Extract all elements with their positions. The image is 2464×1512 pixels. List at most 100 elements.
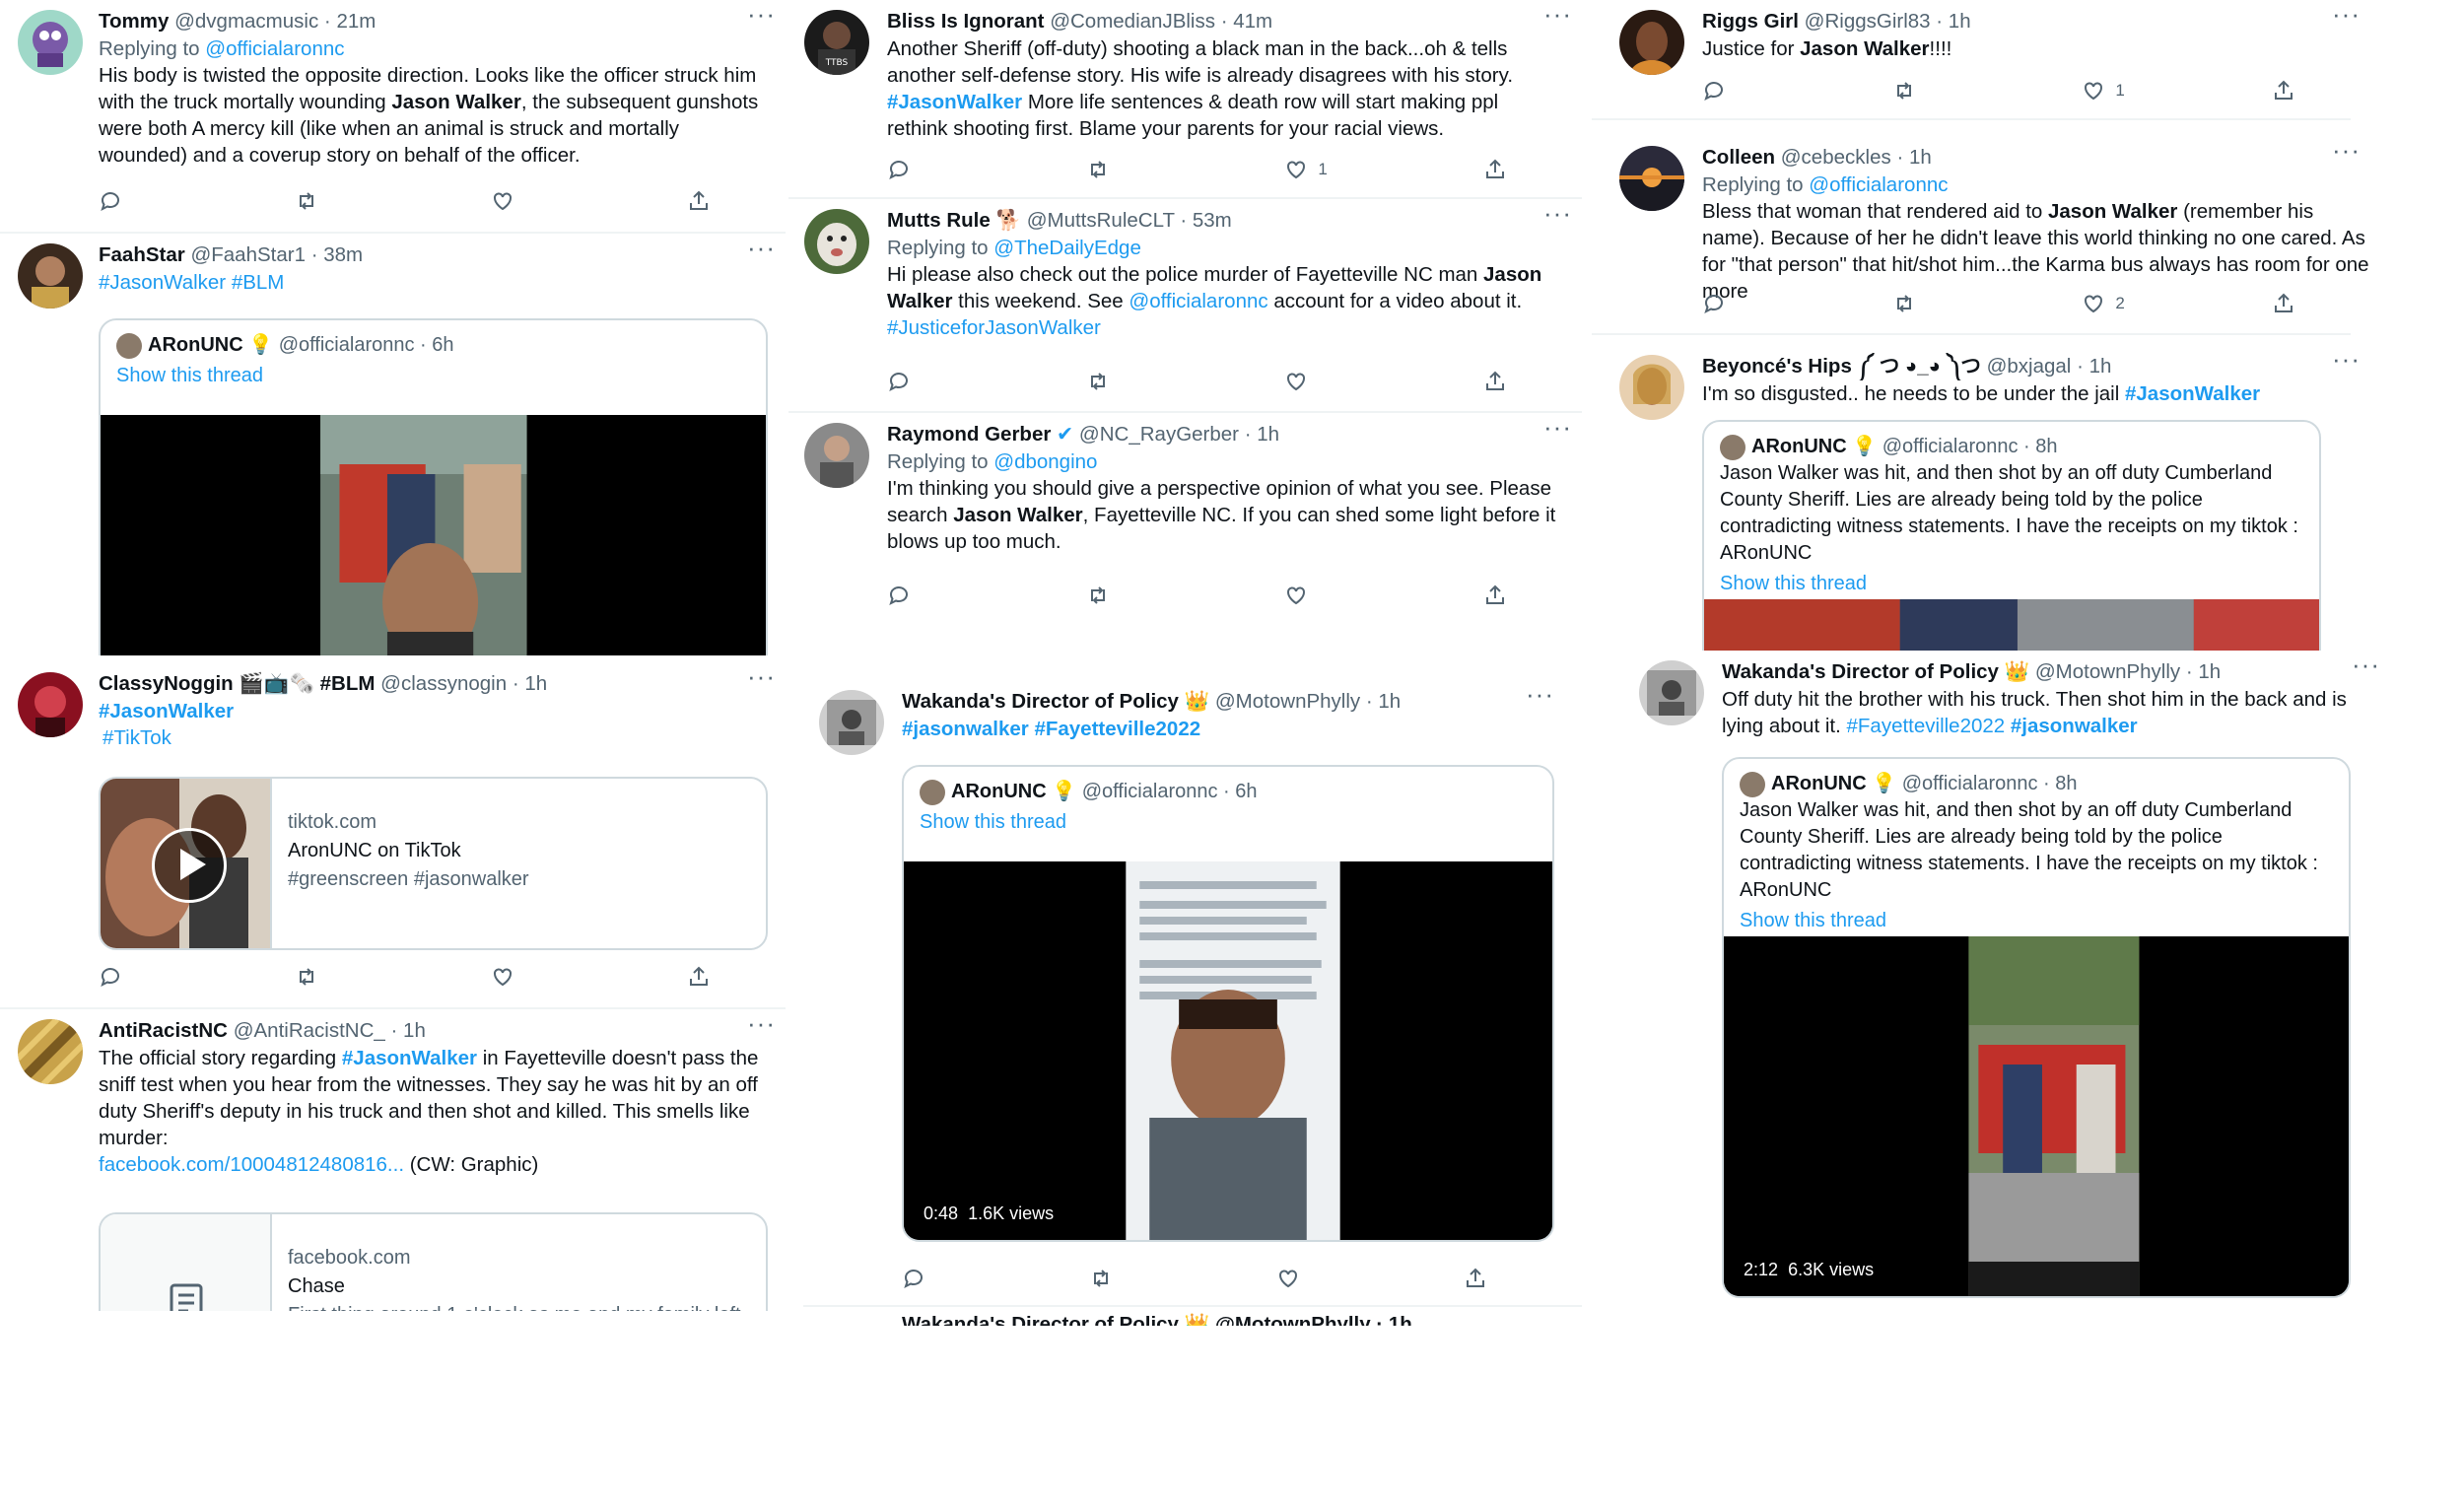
hashtag[interactable]: #JasonWalker [99, 698, 768, 724]
user-handle[interactable]: @ComedianJBliss [1050, 10, 1215, 33]
mention-link[interactable]: @officialaronnc [1129, 290, 1267, 312]
link-card[interactable]: facebook.com Chase First thing around 1 … [99, 1212, 768, 1311]
reply-mention-link[interactable]: @officialaronnc [1809, 173, 1948, 196]
more-options-icon[interactable]: ··· [747, 235, 776, 260]
like-button[interactable]: 1 [1284, 158, 1462, 181]
more-options-icon[interactable]: ··· [2352, 652, 2380, 677]
display-name[interactable]: Raymond Gerber [887, 423, 1051, 446]
timestamp[interactable]: · 1h [1245, 423, 1279, 446]
quote-video[interactable]: 2:12 6.3K views [1724, 936, 2349, 1296]
reply-button[interactable] [887, 158, 1064, 181]
like-button[interactable] [1276, 1267, 1454, 1290]
user-handle[interactable]: @bxjagal [1987, 355, 2072, 378]
show-thread-link[interactable]: Show this thread [904, 805, 1552, 836]
avatar[interactable] [819, 690, 884, 755]
reply-button[interactable] [99, 965, 276, 989]
link-card[interactable]: tiktok.com AronUNC on TikTok #greenscree… [99, 777, 768, 950]
tweet-bliss[interactable]: TTBS Bliss Is Ignorant @ComedianJBliss ·… [788, 0, 1582, 197]
user-handle[interactable]: @MotownPhylly [2035, 660, 2180, 683]
hashtag[interactable]: #TikTok [99, 724, 768, 751]
display-name[interactable]: Colleen [1702, 146, 1775, 169]
user-handle[interactable]: @dvgmacmusic [174, 10, 318, 33]
avatar[interactable] [1619, 10, 1684, 75]
avatar[interactable] [804, 423, 869, 488]
avatar[interactable] [18, 672, 83, 737]
user-handle[interactable]: @cebeckles [1781, 146, 1891, 169]
reply-button[interactable] [887, 584, 1064, 607]
share-button[interactable] [2272, 292, 2331, 315]
tweet-wakanda-video[interactable]: Wakanda's Director of Policy 👑 @MotownPh… [803, 680, 1582, 1311]
display-name[interactable]: Wakanda's Director of Policy 👑 [1722, 660, 2029, 683]
share-button[interactable] [1483, 584, 1542, 607]
hashtag[interactable]: #jasonwalker [2011, 715, 2138, 737]
user-handle[interactable]: @MotownPhylly [1215, 690, 1360, 713]
like-button[interactable] [1284, 370, 1462, 393]
play-icon[interactable] [152, 828, 227, 903]
retweet-button[interactable] [1086, 370, 1264, 393]
tweet-raymond[interactable]: Raymond Gerber ✔ @NC_RayGerber · 1h Repl… [788, 413, 1582, 641]
display-name[interactable]: Tommy [99, 10, 169, 33]
show-thread-link[interactable]: Show this thread [1724, 904, 2349, 934]
quoted-tweet[interactable]: ARonUNC 💡 @officialaronnc · 6h Show this… [902, 765, 1554, 1242]
user-handle[interactable]: @FaahStar1 [190, 243, 306, 266]
like-button[interactable]: 1 [2082, 79, 2259, 103]
avatar[interactable] [1639, 660, 1704, 725]
timestamp[interactable]: · 1h [2186, 660, 2221, 683]
more-options-icon[interactable]: ··· [1543, 414, 1572, 440]
retweet-button[interactable] [1089, 1267, 1266, 1290]
show-thread-link[interactable]: Show this thread [101, 359, 766, 389]
retweet-button[interactable] [295, 965, 472, 989]
quoted-tweet[interactable]: ARonUNC 💡 @officialaronnc · 8h Jason Wal… [1702, 420, 2321, 651]
hashtag[interactable]: #Fayetteville2022 [1847, 715, 2006, 737]
timestamp[interactable]: · 53m [1180, 209, 1231, 232]
tweet-classynoggin[interactable]: ClassyNoggin 🎬📺🗞️ #BLM @classynogin · 1h… [0, 662, 786, 1007]
share-button[interactable] [687, 965, 746, 989]
quoted-tweet[interactable]: ARonUNC 💡 @officialaronnc · 8h Jason Wal… [1722, 757, 2351, 1298]
user-handle[interactable]: @AntiRacistNC_ [234, 1019, 385, 1042]
avatar[interactable] [804, 209, 869, 274]
more-options-icon[interactable]: ··· [747, 1, 776, 27]
timestamp[interactable]: · 38m [311, 243, 363, 266]
hashtag[interactable]: #JasonWalker [887, 91, 1022, 113]
reply-mention-link[interactable]: @TheDailyEdge [993, 237, 1141, 259]
hashtag[interactable]: #JasonWalker [2125, 382, 2260, 405]
tweet-colleen[interactable]: Colleen @cebeckles · 1h Replying to @off… [1592, 136, 2390, 333]
avatar[interactable] [18, 1019, 83, 1084]
share-button[interactable] [2272, 79, 2331, 103]
avatar[interactable]: TTBS [804, 10, 869, 75]
external-link[interactable]: facebook.com/10004812480816... [99, 1153, 404, 1176]
user-handle[interactable]: @MuttsRuleCLT [1027, 209, 1175, 232]
like-button[interactable]: 2 [2082, 292, 2259, 315]
retweet-button[interactable] [1892, 292, 2070, 315]
user-handle[interactable]: @RiggsGirl83 [1805, 10, 1931, 33]
display-name[interactable]: Beyoncé's Hips ༼ つ ◕_◕ ༽つ [1702, 355, 1981, 378]
share-button[interactable] [1483, 370, 1542, 393]
share-button[interactable] [1483, 158, 1542, 181]
like-button[interactable] [491, 189, 668, 213]
more-options-icon[interactable]: ··· [2332, 346, 2361, 372]
more-options-icon[interactable]: ··· [2332, 137, 2361, 163]
display-name[interactable]: FaahStar [99, 243, 185, 266]
tweet-mutts[interactable]: Mutts Rule 🐕 @MuttsRuleCLT · 53m Replyin… [788, 199, 1582, 411]
timestamp[interactable]: · 41m [1221, 10, 1272, 33]
timestamp[interactable]: · 1h [1936, 10, 1970, 33]
tweet-faahstar[interactable]: FaahStar @FaahStar1 · 38m #JasonWalker #… [0, 234, 786, 655]
hashtag[interactable]: #JusticeforJasonWalker [887, 314, 1564, 341]
display-name[interactable]: ClassyNoggin 🎬📺🗞️ #BLM [99, 672, 375, 695]
more-options-icon[interactable]: ··· [747, 1010, 776, 1036]
quoted-tweet[interactable]: ARonUNC 💡 @officialaronnc · 6h Show this… [99, 318, 768, 655]
more-options-icon[interactable]: ··· [747, 663, 776, 689]
display-name[interactable]: Bliss Is Ignorant [887, 10, 1044, 33]
hashtag[interactable]: #JasonWalker [342, 1047, 477, 1069]
avatar[interactable] [1619, 146, 1684, 211]
timestamp[interactable]: · 1h [513, 672, 547, 695]
avatar[interactable] [1619, 355, 1684, 420]
hashtags[interactable]: #JasonWalker #BLM [99, 269, 768, 296]
quote-media[interactable] [1704, 599, 2319, 651]
reply-button[interactable] [1702, 292, 1880, 315]
more-options-icon[interactable]: ··· [1543, 200, 1572, 226]
retweet-button[interactable] [1086, 158, 1264, 181]
like-button[interactable] [491, 965, 668, 989]
reply-button[interactable] [902, 1267, 1079, 1290]
reply-button[interactable] [99, 189, 276, 213]
